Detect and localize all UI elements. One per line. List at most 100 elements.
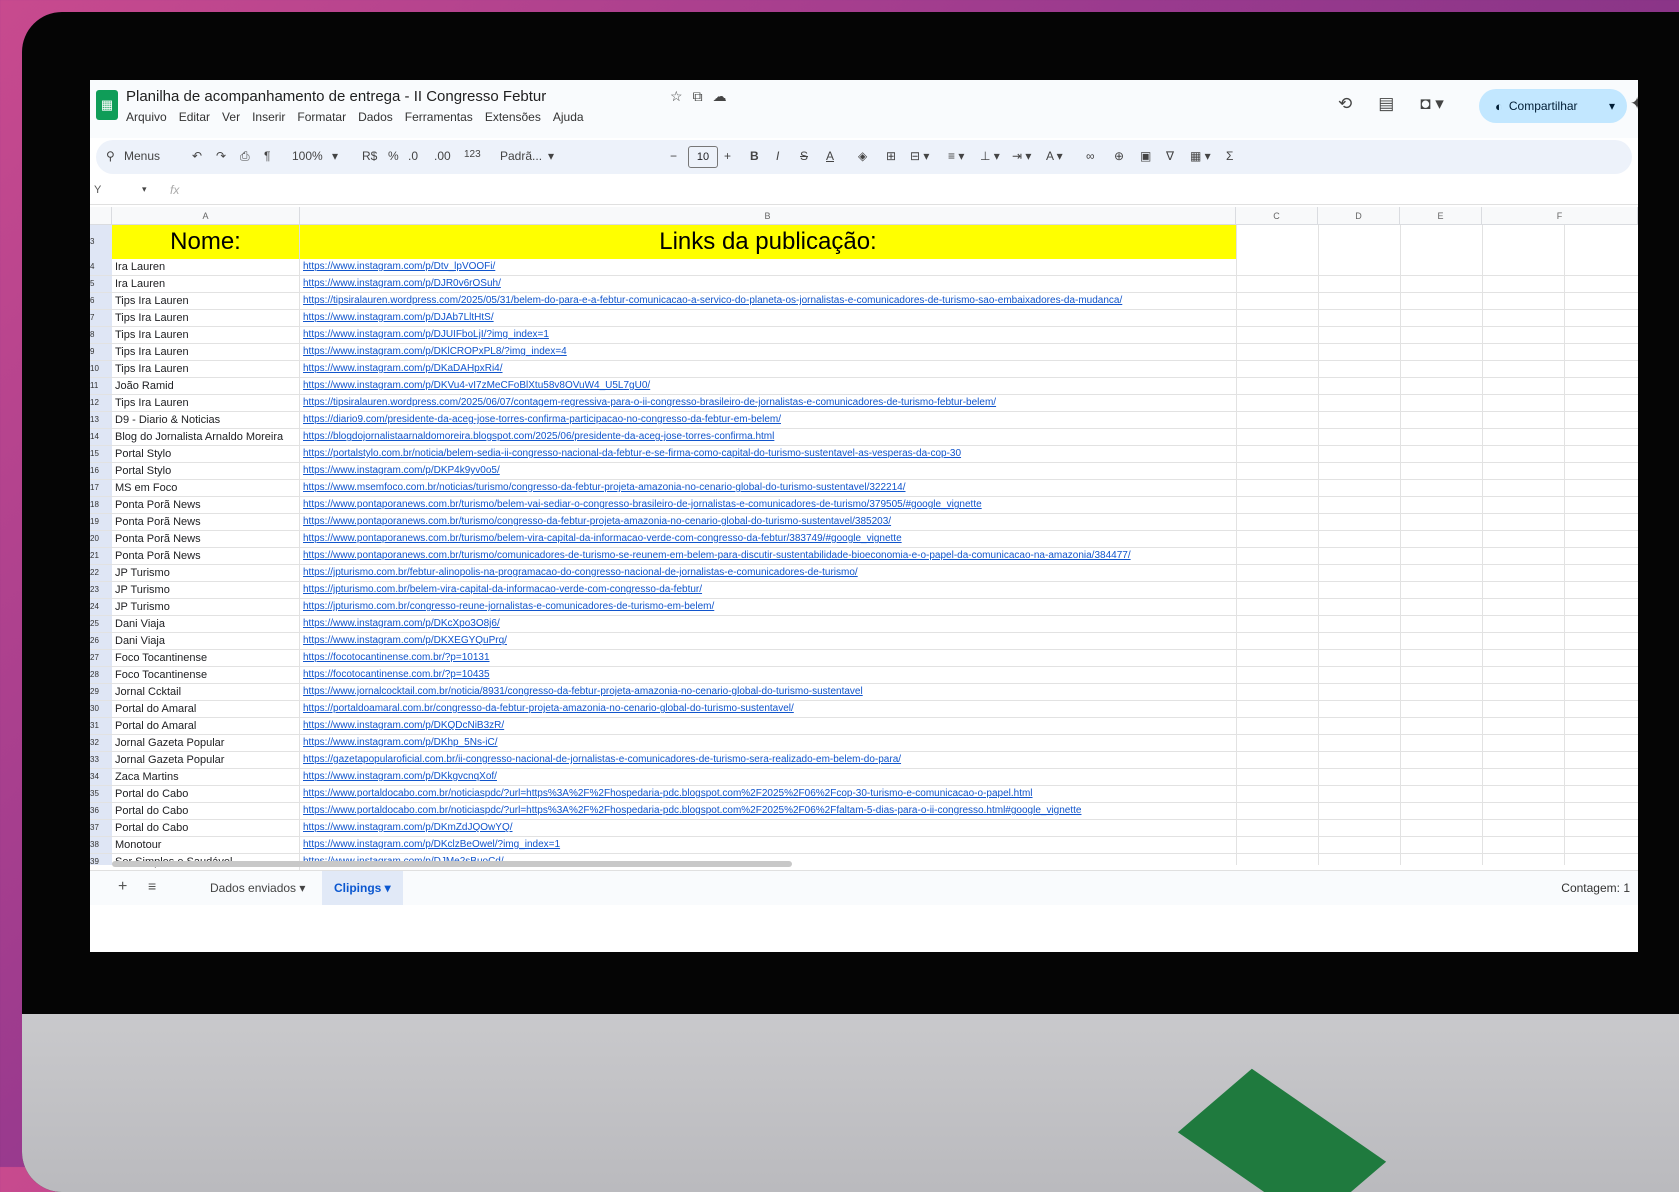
link-cell[interactable]: https://www.msemfoco.com.br/noticias/tur… — [303, 480, 1603, 496]
row-number[interactable]: 23 — [90, 582, 112, 598]
number-format[interactable]: 123 — [464, 149, 481, 160]
link-cell[interactable]: https://www.instagram.com/p/DJR0v6rOSuh/ — [303, 276, 1603, 292]
row-number[interactable]: 21 — [90, 548, 112, 564]
menu-item-formatar[interactable]: Formatar — [297, 110, 346, 124]
column-header-c[interactable]: C — [1236, 207, 1318, 225]
text-rotation-icon[interactable]: A ▾ — [1046, 149, 1063, 163]
cloud-icon[interactable]: ☁ — [713, 88, 737, 104]
row-number[interactable]: 34 — [90, 769, 112, 785]
row-number[interactable]: 8 — [90, 327, 112, 343]
search-icon[interactable]: ⚲ — [106, 149, 115, 163]
name-cell[interactable]: Portal do Cabo — [112, 803, 300, 819]
link-cell[interactable]: https://diario9.com/presidente-da-aceg-j… — [303, 412, 1603, 428]
name-cell[interactable]: Ira Lauren — [112, 276, 300, 292]
link-cell[interactable]: https://tipsiralauren.wordpress.com/2025… — [303, 293, 1603, 309]
redo-icon[interactable]: ↷ — [216, 149, 226, 163]
row-number[interactable]: 25 — [90, 616, 112, 632]
horizontal-scrollbar[interactable] — [112, 861, 792, 867]
row-number[interactable]: 22 — [90, 565, 112, 581]
name-cell[interactable]: Portal do Amaral — [112, 718, 300, 734]
row-number[interactable]: 18 — [90, 497, 112, 513]
name-cell[interactable]: MS em Foco — [112, 480, 300, 496]
row-number[interactable]: 36 — [90, 803, 112, 819]
italic-button[interactable]: I — [776, 149, 779, 163]
chevron-down-icon[interactable]: ▾ — [332, 149, 338, 163]
link-cell[interactable]: https://www.instagram.com/p/DKmZdJQOwYQ/ — [303, 820, 1603, 836]
header-cell-name[interactable]: Nome: — [112, 225, 300, 259]
name-cell[interactable]: Tips Ira Lauren — [112, 310, 300, 326]
link-cell[interactable]: https://www.instagram.com/p/DKclzBeOwel/… — [303, 837, 1603, 853]
paint-format-icon[interactable]: ¶ — [264, 149, 270, 163]
column-header-d[interactable]: D — [1318, 207, 1400, 225]
menu-item-inserir[interactable]: Inserir — [252, 110, 285, 124]
name-cell[interactable]: Foco Tocantinense — [112, 667, 300, 683]
row-number[interactable]: 16 — [90, 463, 112, 479]
link-cell[interactable]: https://focotocantinense.com.br/?p=10435 — [303, 667, 1603, 683]
move-icon[interactable]: ⧉ — [693, 88, 713, 104]
menu-item-ver[interactable]: Ver — [222, 110, 240, 124]
plus-icon[interactable]: + — [724, 149, 731, 163]
link-cell[interactable]: https://www.instagram.com/p/DKcXpo3O8j6/ — [303, 616, 1603, 632]
name-cell[interactable]: Ira Lauren — [112, 259, 300, 275]
name-cell[interactable]: Blog do Jornalista Arnaldo Moreira — [112, 429, 300, 445]
chevron-down-icon[interactable]: ▾ — [381, 881, 391, 895]
link-cell[interactable]: https://portaldoamaral.com.br/congresso-… — [303, 701, 1603, 717]
font-select[interactable]: Padrã... — [500, 149, 542, 163]
name-cell[interactable]: Ponta Porã News — [112, 514, 300, 530]
name-cell[interactable]: Tips Ira Lauren — [112, 344, 300, 360]
merge-cells-icon[interactable]: ⊟ ▾ — [910, 149, 929, 163]
name-cell[interactable]: Tips Ira Lauren — [112, 327, 300, 343]
functions-icon[interactable]: Σ — [1226, 149, 1233, 163]
align-vertical-icon[interactable]: ⊥ ▾ — [980, 149, 1000, 163]
row-number[interactable]: 24 — [90, 599, 112, 615]
name-cell[interactable]: Jornal Ccktail — [112, 684, 300, 700]
minus-icon[interactable]: − — [670, 149, 677, 163]
sheet-tab[interactable]: Dados enviados ▾ — [198, 871, 317, 905]
row-number[interactable]: 32 — [90, 735, 112, 751]
row-number[interactable]: 3 — [90, 234, 112, 250]
link-cell[interactable]: https://jpturismo.com.br/congresso-reune… — [303, 599, 1603, 615]
all-sheets-icon[interactable]: ≡ — [148, 878, 156, 894]
chevron-down-icon[interactable]: ▾ — [548, 149, 554, 163]
name-cell[interactable]: JP Turismo — [112, 582, 300, 598]
row-number[interactable]: 12 — [90, 395, 112, 411]
filter-icon[interactable]: ∇ — [1166, 149, 1174, 163]
row-number[interactable]: 5 — [90, 276, 112, 292]
link-cell[interactable]: https://www.instagram.com/p/DJUIFboLjI/?… — [303, 327, 1603, 343]
link-cell[interactable]: https://jpturismo.com.br/belem-vira-capi… — [303, 582, 1603, 598]
link-cell[interactable]: https://www.instagram.com/p/DKhp_5Ns-iC/ — [303, 735, 1603, 751]
name-cell[interactable]: Foco Tocantinense — [112, 650, 300, 666]
name-cell[interactable]: Portal Stylo — [112, 446, 300, 462]
link-cell[interactable]: https://www.instagram.com/p/DKQDcNiB3zR/ — [303, 718, 1603, 734]
link-cell[interactable]: https://www.instagram.com/p/DKVu4-vI7zMe… — [303, 378, 1603, 394]
row-number[interactable]: 11 — [90, 378, 112, 394]
link-icon[interactable]: ∞ — [1086, 149, 1095, 163]
comments-icon[interactable]: ▤ — [1378, 94, 1394, 113]
row-number[interactable]: 4 — [90, 259, 112, 275]
link-cell[interactable]: https://www.instagram.com/p/DKaDAHpxRi4/ — [303, 361, 1603, 377]
link-cell[interactable]: https://www.jornalcocktail.com.br/notici… — [303, 684, 1603, 700]
row-number[interactable]: 20 — [90, 531, 112, 547]
name-cell[interactable]: D9 - Diario & Noticias — [112, 412, 300, 428]
column-header-f[interactable]: F — [1482, 207, 1638, 225]
menu-item-ferramentas[interactable]: Ferramentas — [405, 110, 473, 124]
row-number[interactable]: 15 — [90, 446, 112, 462]
select-all-corner[interactable] — [90, 207, 112, 225]
chevron-down-icon[interactable]: ▾ — [1609, 99, 1615, 113]
row-number[interactable]: 9 — [90, 344, 112, 360]
filter-views-icon[interactable]: ▦ ▾ — [1190, 149, 1211, 163]
link-cell[interactable]: https://www.pontaporanews.com.br/turismo… — [303, 531, 1603, 547]
currency-format[interactable]: R$ — [362, 149, 377, 163]
link-cell[interactable]: https://www.portaldocabo.com.br/noticias… — [303, 803, 1603, 819]
meet-icon[interactable]: ◘ ▾ — [1420, 94, 1444, 113]
menu-item-extensões[interactable]: Extensões — [485, 110, 541, 124]
link-cell[interactable]: https://gazetapopularoficial.com.br/ii-c… — [303, 752, 1603, 768]
add-sheet-icon[interactable]: + — [118, 878, 127, 896]
name-cell[interactable]: JP Turismo — [112, 599, 300, 615]
name-cell[interactable]: Dani Viaja — [112, 633, 300, 649]
name-cell[interactable]: Portal do Cabo — [112, 820, 300, 836]
name-cell[interactable]: Ponta Porã News — [112, 548, 300, 564]
bold-button[interactable]: B — [750, 149, 759, 163]
link-cell[interactable]: https://www.instagram.com/p/DKkgvcnqXof/ — [303, 769, 1603, 785]
row-number[interactable]: 6 — [90, 293, 112, 309]
